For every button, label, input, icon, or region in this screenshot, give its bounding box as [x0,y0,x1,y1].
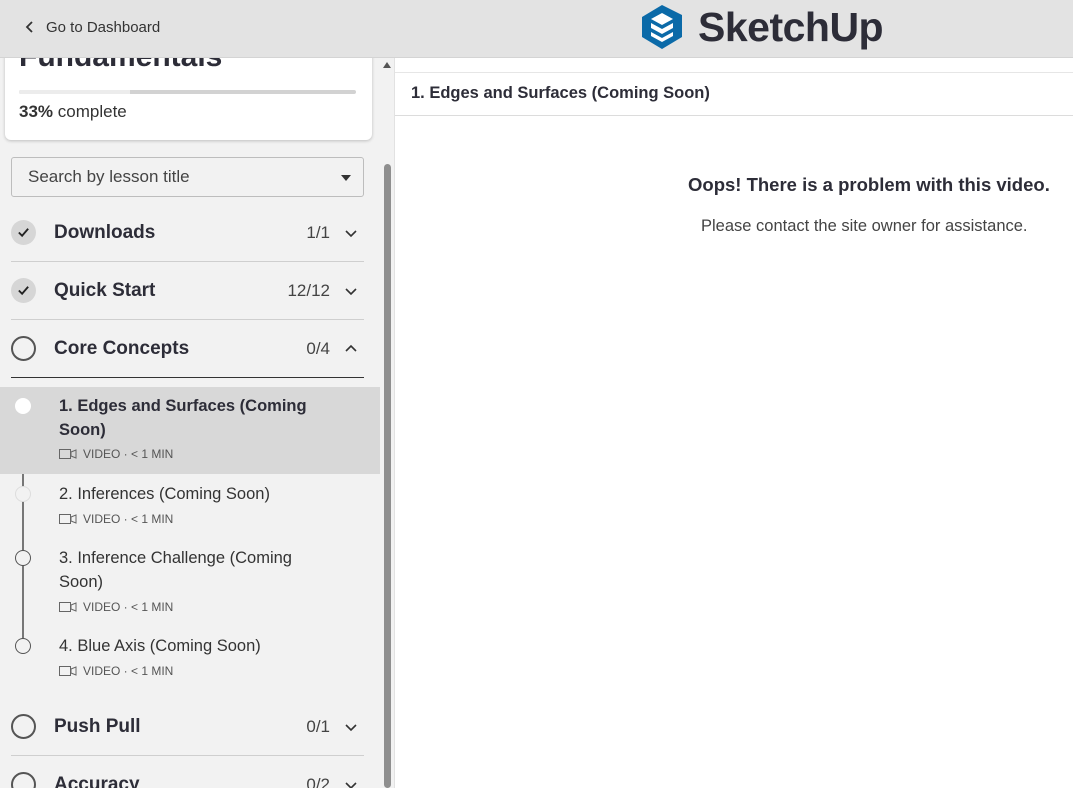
lesson-meta: VIDEO · < 1 MIN [59,447,173,461]
course-title: Fundamentals [19,58,222,74]
lesson-meta: VIDEO · < 1 MIN [59,600,173,614]
go-to-dashboard-link[interactable]: Go to Dashboard [24,16,160,38]
chevron-up-icon [345,344,357,352]
empty-circle-icon [11,714,36,739]
lesson-status-icon [15,638,31,654]
sketchup-logo-icon [642,5,682,49]
sketchup-logo: SketchUp [638,2,884,52]
search-placeholder: Search by lesson title [28,167,190,186]
course-progress-card: Fundamentals 33% complete [5,58,372,140]
progress-fill [19,90,131,94]
lesson-meta-text: VIDEO · < 1 MIN [83,664,174,678]
video-error-title: Oops! There is a problem with this video… [688,174,1050,195]
chevron-down-icon [345,781,357,788]
lesson-status-icon [15,398,31,414]
chevron-down-icon [345,723,357,731]
lesson-status-icon [15,550,31,566]
scrollbar-thumb[interactable] [384,164,391,788]
lesson-header: 1. Edges and Surfaces (Coming Soon) [395,72,1073,116]
lesson-status-icon [15,486,31,502]
chevron-left-icon [25,21,33,33]
video-icon [59,666,77,676]
chapter-accuracy[interactable]: Accuracy 0/2 [11,756,364,788]
logo-text: SketchUp [698,3,884,50]
lesson-search-select[interactable]: Search by lesson title [11,157,364,197]
video-icon [59,602,77,612]
progress-percent: 33% [19,102,54,121]
chevron-down-icon [345,229,357,237]
check-circle-icon [11,278,36,303]
chapter-count: 0/1 [306,716,330,736]
chapter-count: 12/12 [287,280,330,300]
chapter-count: 0/2 [306,774,330,788]
lesson-meta-text: VIDEO · < 1 MIN [83,512,174,526]
lesson-meta-text: VIDEO · < 1 MIN [83,447,174,461]
chapter-count: 1/1 [306,222,330,242]
lesson-item-2[interactable]: 2. Inferences (Coming Soon) VIDEO · < 1 … [0,474,380,538]
chapter-downloads[interactable]: Downloads 1/1 [11,204,364,262]
lesson-title: 3. Inference Challenge (Coming Soon) [59,549,292,591]
lesson-header-title: 1. Edges and Surfaces (Coming Soon) [411,84,710,102]
chapter-title: Downloads [54,221,156,243]
sidebar-scrollbar[interactable] [380,58,395,788]
lesson-meta-text: VIDEO · < 1 MIN [83,600,174,614]
chapter-core-concepts[interactable]: Core Concepts 0/4 [11,320,364,378]
scroll-up-arrow-icon[interactable] [383,62,391,68]
chapter-title: Quick Start [54,279,156,301]
video-error-message: Please contact the site owner for assist… [701,217,1028,235]
empty-circle-icon [11,772,36,788]
progress-suffix: complete [57,102,127,121]
lesson-meta: VIDEO · < 1 MIN [59,512,173,526]
video-icon [59,449,77,459]
progress-text: 33% complete [19,102,127,122]
caret-down-icon [341,175,351,181]
lesson-title: 1. Edges and Surfaces (Coming Soon) [59,397,307,439]
video-icon [59,514,77,524]
empty-circle-icon [11,336,36,361]
chapter-title: Push Pull [54,715,141,737]
lesson-item-3[interactable]: 3. Inference Challenge (Coming Soon) VID… [0,538,380,626]
course-sidebar: Fundamentals 33% complete Search by less… [0,58,380,788]
top-bar: Go to Dashboard SketchUp [0,0,1073,58]
lesson-item-4[interactable]: 4. Blue Axis (Coming Soon) VIDEO · < 1 M… [0,626,380,692]
chapter-title: Accuracy [54,773,140,788]
back-link-label: Go to Dashboard [46,18,161,36]
progress-bar [19,90,356,94]
chapter-count: 0/4 [306,338,330,358]
check-circle-icon [11,220,36,245]
chapter-title: Core Concepts [54,337,190,359]
lesson-meta: VIDEO · < 1 MIN [59,664,173,678]
chapter-quick-start[interactable]: Quick Start 12/12 [11,262,364,320]
lesson-title: 2. Inferences (Coming Soon) [59,485,270,503]
chapter-push-pull[interactable]: Push Pull 0/1 [11,698,364,756]
lesson-item-1[interactable]: 1. Edges and Surfaces (Coming Soon) VIDE… [0,387,380,474]
chevron-down-icon [345,287,357,295]
lesson-title: 4. Blue Axis (Coming Soon) [59,637,261,655]
